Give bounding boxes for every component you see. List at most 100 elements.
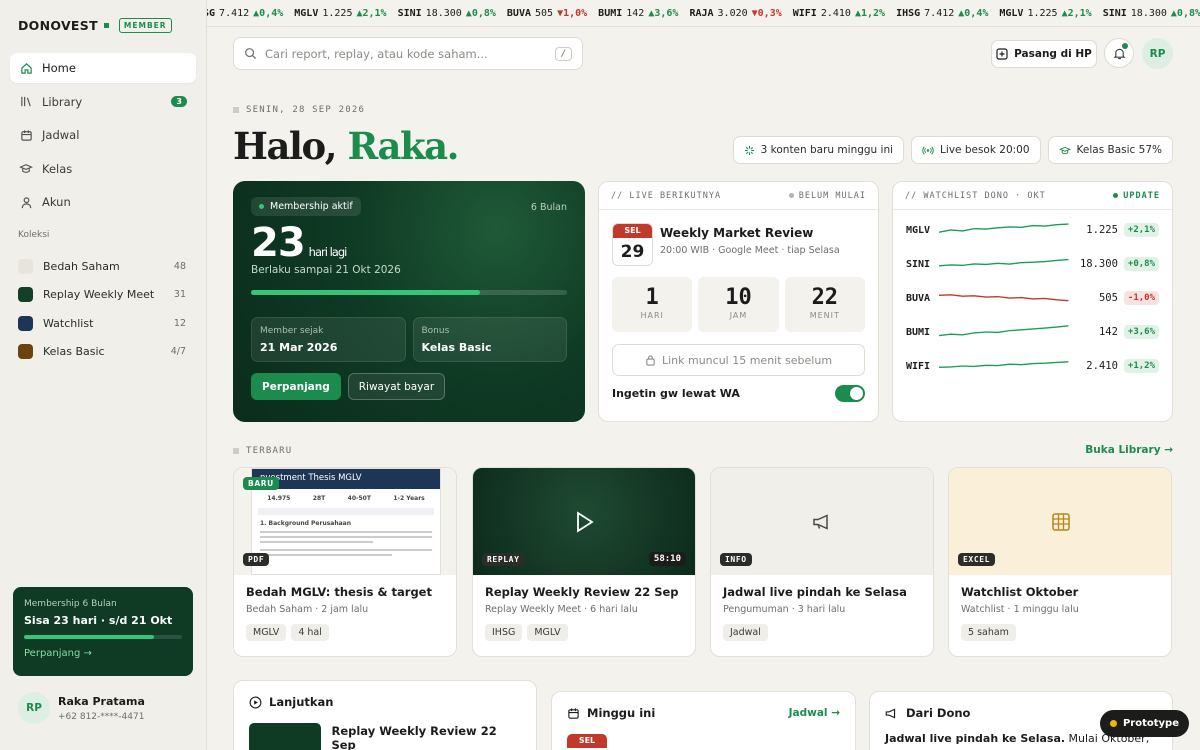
stock-ticker: SG7.412▲0,4% MGLV1.225▲2,1% SINI18.300▲0,8… xyxy=(207,0,1200,27)
ticker-item[interactable]: RAJA 3.020 ▼0,3% xyxy=(689,0,781,26)
tag[interactable]: IHSG xyxy=(485,624,523,641)
ticker-price: 505 xyxy=(535,8,554,19)
search-input[interactable]: Cari report, replay, atau kode saham... … xyxy=(233,37,583,70)
payment-history-button[interactable]: Riwayat bayar xyxy=(347,373,446,400)
sidebar-item-jadwal[interactable]: Jadwal xyxy=(10,120,196,150)
ticker-item[interactable]: WIFI 2.410 ▲1,2% xyxy=(793,0,885,26)
card-subtitle: Watchlist · 1 minggu lalu xyxy=(961,604,1079,615)
continue-item[interactable]: Replay Weekly Review 22 Sep xyxy=(234,709,536,750)
countdown-value: 10 xyxy=(725,285,752,310)
wa-reminder-label: Ingetin gw lewat WA xyxy=(612,387,740,400)
ticker-item[interactable]: MGLV 1.225 ▲2,1% xyxy=(999,0,1092,26)
collection-swatch xyxy=(18,315,33,331)
pdf-preview-line xyxy=(260,541,373,543)
pdf-metric: 1-2 Years xyxy=(393,495,425,502)
ticker-symbol: MGLV xyxy=(999,8,1024,19)
collection-item-replay[interactable]: Replay Weekly Meet 31 xyxy=(18,281,186,310)
ticker-item[interactable]: BUVA 505 ▼1,0% xyxy=(507,0,587,26)
wa-reminder-toggle[interactable] xyxy=(835,385,865,402)
live-subtitle: 20:00 WIB · Google Meet · tiap Selasa xyxy=(660,245,840,256)
type-badge: PDF xyxy=(243,553,270,566)
watchlist-symbol: BUMI xyxy=(906,326,931,338)
ticker-item[interactable]: SINI 18.300 ▲0,8% xyxy=(1103,0,1200,26)
bonus-label: Bonus xyxy=(421,326,450,336)
chip-new-content[interactable]: 3 konten baru minggu ini xyxy=(732,136,905,164)
watchlist-row[interactable]: MGLV 1.225 +2,1% xyxy=(893,213,1172,247)
message-headline: Jadwal live pindah ke Selasa. xyxy=(885,732,1066,745)
ticker-symbol: SG xyxy=(207,8,216,19)
chip-class[interactable]: Kelas Basic 57% xyxy=(1047,136,1173,164)
collection-item-bedah-saham[interactable]: Bedah Saham 48 xyxy=(18,252,186,281)
sidebar-item-akun[interactable]: Akun xyxy=(10,187,196,217)
ticker-change: ▲2,1% xyxy=(1061,8,1092,19)
summary-chips: 3 konten baru minggu ini Live besok 20:0… xyxy=(732,136,1173,164)
sparkline xyxy=(939,223,1069,233)
pdf-preview-row xyxy=(258,508,434,515)
sidebar-item-label: Library xyxy=(42,94,83,109)
search-placeholder: Cari report, replay, atau kode saham... xyxy=(265,46,488,61)
watchlist-row[interactable]: SINI 18.300 +0,8% xyxy=(893,247,1172,281)
user-name: Raka Pratama xyxy=(58,694,145,708)
watchlist-price: 1.225 xyxy=(1086,224,1118,236)
card-subtitle: Replay Weekly Meet · 6 hari lalu xyxy=(485,604,638,615)
calendar-day: 29 xyxy=(620,242,645,262)
greeting-name: Raka. xyxy=(347,124,459,168)
tag[interactable]: MGLV xyxy=(246,624,287,641)
watchlist-change: -1,0% xyxy=(1123,291,1159,305)
pdf-preview-line xyxy=(260,549,432,551)
prototype-badge[interactable]: Prototype xyxy=(1099,710,1189,737)
pdf-preview-line xyxy=(260,531,432,533)
days-value: 23 xyxy=(251,220,306,266)
membership-summary-progress xyxy=(24,635,182,639)
card-title: Bedah MGLV: thesis & target xyxy=(246,585,432,599)
sparkline-series xyxy=(939,325,1069,337)
ticker-price: 142 xyxy=(626,8,645,19)
open-library-link[interactable]: Buka Library → xyxy=(1085,444,1173,456)
collection-item-kelas-basic[interactable]: Kelas Basic 4/7 xyxy=(18,338,186,367)
sidebar-item-home[interactable]: Home xyxy=(10,53,196,83)
content-card-info[interactable]: INFO Jadwal live pindah ke Selasa Pengum… xyxy=(710,467,934,657)
membership-card: Membership aktif 6 Bulan 23 hari lagi Ber… xyxy=(233,181,585,422)
header-avatar[interactable]: RP xyxy=(1142,38,1173,69)
install-on-phone-button[interactable]: Pasang di HP xyxy=(991,40,1097,68)
member-since-box: Member sejak 21 Mar 2026 xyxy=(251,317,406,362)
ticker-item[interactable]: SINI 18.300 ▲0,8% xyxy=(398,0,496,26)
ticker-item[interactable]: MGLV 1.225 ▲2,1% xyxy=(294,0,386,26)
watchlist-row[interactable]: BUVA 505 -1,0% xyxy=(893,281,1172,315)
content-card-pdf[interactable]: nvestment Thesis MGLV 14.975 28T 40-50T 1-2… xyxy=(233,467,457,657)
chip-live[interactable]: Live besok 20:00 xyxy=(911,136,1041,164)
sidebar-item-kelas[interactable]: Kelas xyxy=(10,154,196,184)
ticker-change: ▲3,6% xyxy=(648,8,679,19)
search-shortcut: / xyxy=(554,46,572,61)
ticker-item[interactable]: BUMI 142 ▲3,6% xyxy=(598,0,679,26)
collection-item-watchlist[interactable]: Watchlist 12 xyxy=(18,309,186,338)
renew-button[interactable]: Perpanjang xyxy=(251,373,341,400)
ticker-change: ▲0,8% xyxy=(465,8,496,19)
tag[interactable]: MGLV xyxy=(527,624,568,641)
tag[interactable]: 5 saham xyxy=(961,624,1016,641)
tag[interactable]: Jadwal xyxy=(723,624,768,641)
content-card-excel[interactable]: EXCEL Watchlist Oktober Watchlist · 1 mi… xyxy=(948,467,1172,657)
countdown-value: 1 xyxy=(645,285,659,310)
sidebar-item-library[interactable]: Library 3 xyxy=(10,87,196,117)
type-badge: EXCEL xyxy=(958,553,996,566)
user-profile[interactable]: RP Raka Pratama +62 812-****-4471 xyxy=(18,692,145,724)
notifications-button[interactable] xyxy=(1104,38,1134,68)
sidebar-nav: Home Library 3 Jadwal Kelas Akun xyxy=(10,53,196,221)
avatar: RP xyxy=(18,692,50,724)
chip-label: 3 konten baru minggu ini xyxy=(760,144,894,156)
watchlist-row[interactable]: WIFI 2.410 +1,2% xyxy=(893,349,1172,383)
ticker-item[interactable]: IHSG 7.412 ▲0,4% xyxy=(896,0,988,26)
brand[interactable]: DONOVEST MEMBER xyxy=(18,18,172,33)
watchlist-row[interactable]: BUMI 142 +3,6% xyxy=(893,315,1172,349)
play-icon[interactable] xyxy=(575,511,595,533)
collection-count: 31 xyxy=(173,289,186,301)
ticker-symbol: IHSG xyxy=(896,8,921,19)
install-label: Pasang di HP xyxy=(1014,48,1092,60)
schedule-link[interactable]: Jadwal → xyxy=(789,707,840,719)
ticker-item[interactable]: SG7.412▲0,4% xyxy=(207,0,283,26)
renew-link[interactable]: Perpanjang → xyxy=(24,648,182,659)
new-badge: BARU xyxy=(243,477,279,490)
tag[interactable]: 4 hal xyxy=(291,624,329,641)
content-card-replay[interactable]: REPLAY 58:10 Replay Weekly Review 22 Sep… xyxy=(472,467,696,657)
